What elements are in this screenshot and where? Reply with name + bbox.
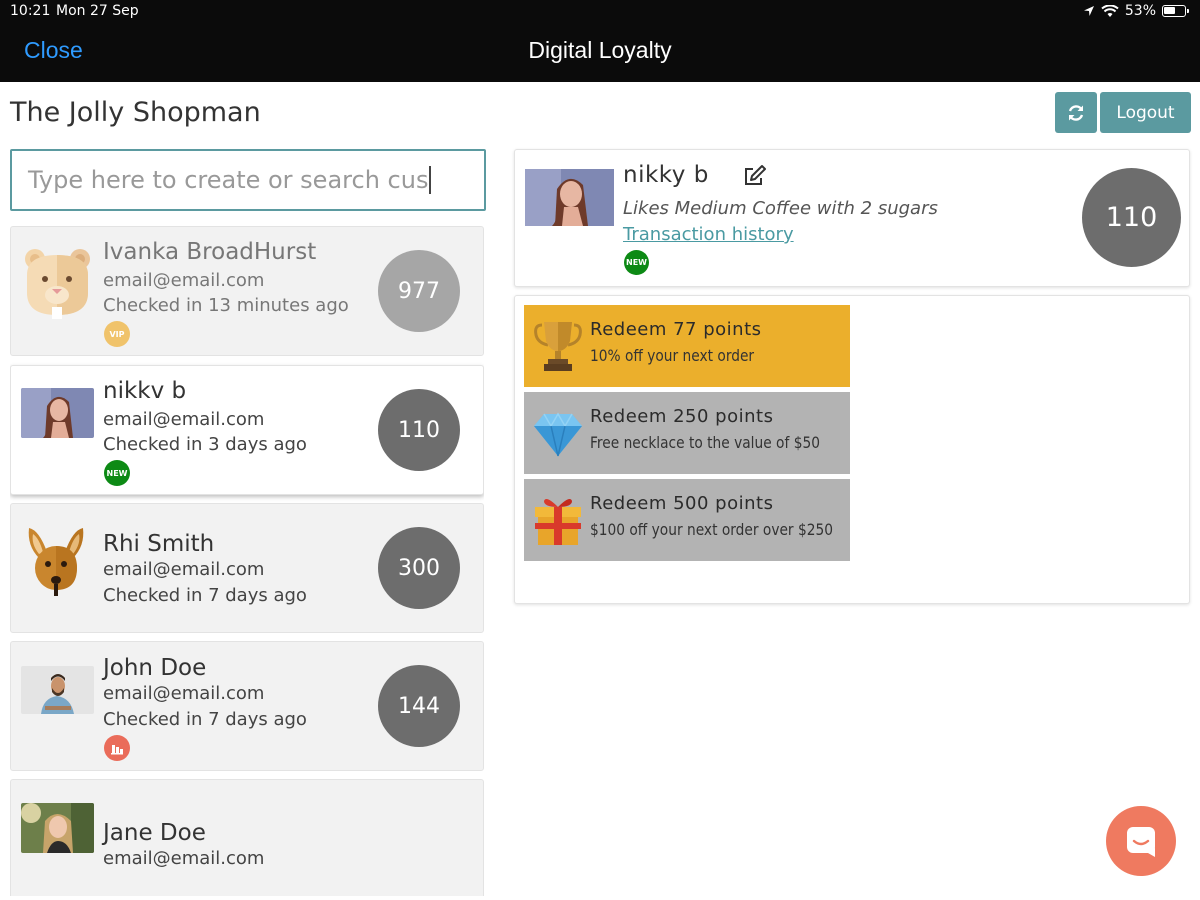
- reward-description: Free necklace to the value of $50: [590, 433, 820, 452]
- kangaroo-avatar: [21, 524, 94, 604]
- customer-name: nikkv b: [103, 378, 187, 404]
- text-cursor: [429, 166, 432, 194]
- reward-description: 10% off your next order: [590, 346, 755, 365]
- points-circle: 144: [378, 665, 460, 747]
- customer-list[interactable]: Ivanka BroadHurst email@email.com Checke…: [10, 226, 484, 896]
- customer-card[interactable]: Ivanka BroadHurst email@email.com Checke…: [10, 226, 484, 356]
- reward-redeem-250[interactable]: Redeem 250 points Free necklace to the v…: [524, 392, 850, 474]
- reward-title: Redeem 500 points: [590, 493, 774, 514]
- refresh-button[interactable]: [1055, 92, 1097, 133]
- customer-last-checkin: Checked in 3 days ago: [103, 434, 307, 455]
- customer-card[interactable]: Jane Doe email@email.com: [10, 779, 484, 896]
- reward-title: Redeem 250 points: [590, 406, 774, 427]
- chat-icon: [1127, 827, 1155, 857]
- rewards-panel: Redeem 77 points 10% off your next order…: [514, 295, 1190, 604]
- vip-badge: VIP: [104, 321, 130, 347]
- top-bar: 10:21 Mon 27 Sep 53% Digital Loyalty Clo…: [0, 0, 1200, 82]
- reward-redeem-500[interactable]: Redeem 500 points $100 off your next ord…: [524, 479, 850, 561]
- customer-last-checkin: Checked in 7 days ago: [103, 585, 307, 606]
- customer-name: Ivanka BroadHurst: [103, 239, 317, 265]
- wifi-icon: [1101, 4, 1119, 17]
- transaction-history-link[interactable]: Transaction history: [623, 224, 794, 245]
- search-placeholder: Type here to create or search cus: [28, 166, 429, 194]
- refresh-icon: [1068, 104, 1084, 121]
- status-time: 10:21: [10, 3, 51, 19]
- new-badge: NEW: [624, 250, 649, 275]
- selected-customer-name: nikky b: [623, 162, 709, 188]
- new-badge: NEW: [104, 460, 130, 486]
- customer-note: Likes Medium Coffee with 2 sugars: [623, 198, 938, 219]
- points-circle: 110: [1082, 168, 1181, 267]
- customer-name: Jane Doe: [103, 820, 206, 846]
- customer-email: email@email.com: [103, 683, 265, 704]
- nav-title: Digital Loyalty: [528, 37, 672, 63]
- chat-button[interactable]: [1106, 806, 1176, 876]
- reward-title: Redeem 77 points: [590, 319, 762, 340]
- customer-photo: [525, 169, 614, 226]
- chart-icon: [111, 745, 123, 755]
- customer-card[interactable]: nikkv b email@email.com Checked in 3 day…: [10, 365, 484, 495]
- reward-redeem-77[interactable]: Redeem 77 points 10% off your next order: [524, 305, 850, 387]
- points-circle: 110: [378, 389, 460, 471]
- customer-email: email@email.com: [103, 409, 265, 430]
- points-circle: 300: [378, 527, 460, 609]
- customer-email: email@email.com: [103, 848, 265, 869]
- edit-icon: [745, 165, 766, 185]
- points-circle: 977: [378, 250, 460, 332]
- customer-name: Rhi Smith: [103, 531, 215, 557]
- location-icon: [1083, 6, 1094, 16]
- close-button[interactable]: Close: [24, 37, 83, 64]
- shop-name: The Jolly Shopman: [10, 97, 261, 128]
- customer-last-checkin: Checked in 13 minutes ago: [103, 295, 349, 316]
- battery-percent: 53%: [1124, 3, 1156, 19]
- reward-description: $100 off your next order over $250: [590, 520, 833, 539]
- customer-name: John Doe: [103, 655, 207, 681]
- customer-card[interactable]: John Doe email@email.com Checked in 7 da…: [10, 641, 484, 771]
- status-date: Mon 27 Sep: [56, 3, 139, 19]
- customer-search-input[interactable]: Type here to create or search cus: [10, 149, 486, 211]
- bear-avatar: [21, 245, 94, 325]
- status-indicators: 53%: [1083, 3, 1189, 19]
- customer-email: email@email.com: [103, 559, 265, 580]
- customer-photo: [21, 388, 94, 438]
- chart-badge: [104, 735, 130, 761]
- customer-card[interactable]: Rhi Smith email@email.com Checked in 7 d…: [10, 503, 484, 633]
- logout-button[interactable]: Logout: [1100, 92, 1191, 133]
- battery-icon: [1162, 5, 1189, 17]
- customer-email: email@email.com: [103, 270, 265, 291]
- edit-customer-button[interactable]: [743, 164, 767, 188]
- diamond-icon: [534, 412, 582, 457]
- trophy-icon: [534, 322, 582, 371]
- customer-photo: [21, 666, 94, 714]
- customer-detail-card: nikky b Likes Medium Coffee with 2 sugar…: [514, 149, 1190, 287]
- gift-icon: [535, 499, 581, 545]
- customer-photo: [21, 803, 94, 853]
- customer-last-checkin: Checked in 7 days ago: [103, 709, 307, 730]
